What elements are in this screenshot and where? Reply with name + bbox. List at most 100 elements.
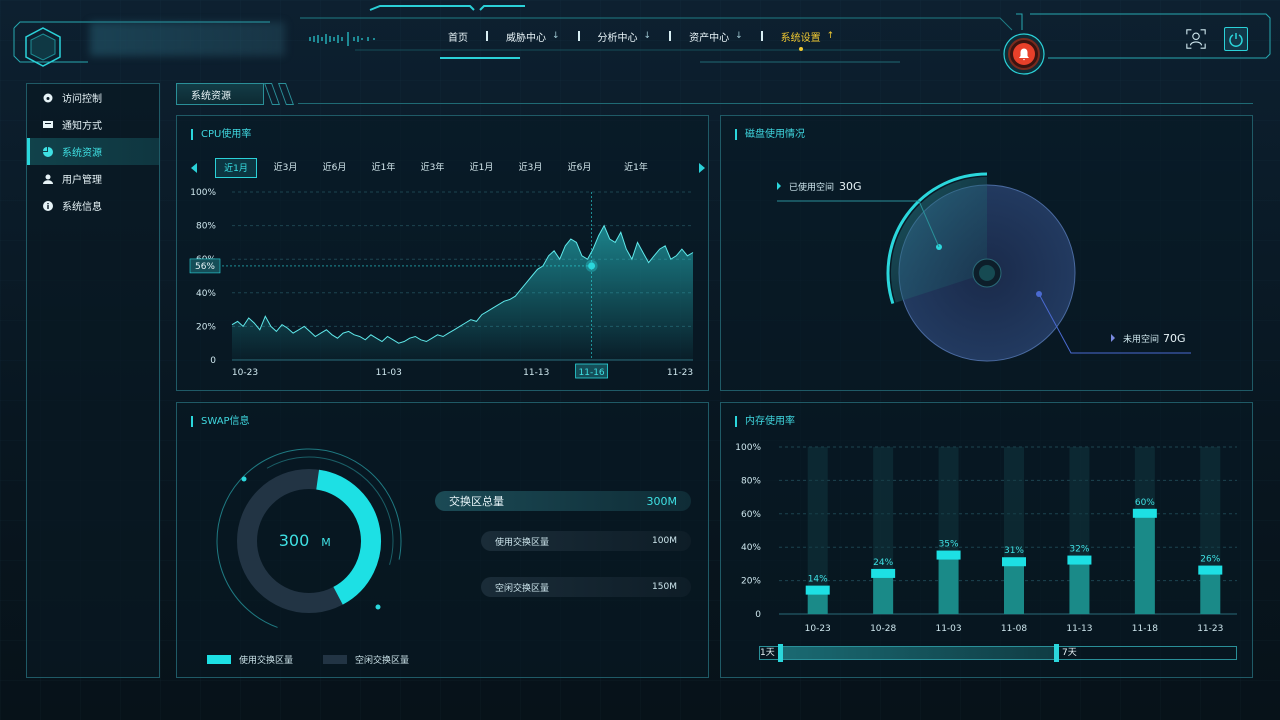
cpu-tab[interactable]: 近6月 bbox=[310, 158, 359, 178]
sidebar-item-system-info[interactable]: 系统信息 bbox=[27, 192, 159, 219]
bar-value-label: 26% bbox=[1200, 555, 1220, 565]
bar-value-label: 32% bbox=[1069, 545, 1089, 555]
user-icon bbox=[1186, 29, 1206, 49]
panel-title: 内存使用率 bbox=[735, 416, 795, 427]
nav-label: 资产中心 bbox=[689, 32, 730, 44]
swap-free-label: 空闲交换区量 bbox=[495, 583, 550, 594]
waveform-icon bbox=[309, 32, 375, 46]
legend-label: 空闲交换区量 bbox=[355, 656, 410, 666]
cpu-tab[interactable]: 近1月 bbox=[215, 158, 257, 178]
bar-value-label: 31% bbox=[1004, 546, 1024, 556]
legend-swatch bbox=[207, 655, 231, 664]
cpu-tab[interactable]: 近1年 bbox=[604, 158, 668, 178]
slider-selection bbox=[780, 647, 1056, 659]
panel-title: SWAP信息 bbox=[191, 416, 250, 427]
swap-used-label: 使用交换区量 bbox=[495, 537, 550, 548]
nav-analysis-center[interactable]: 分析中心 ↓ bbox=[580, 29, 670, 44]
user-profile-button[interactable] bbox=[1184, 27, 1208, 51]
top-header: 首页 威胁中心 ↓ 分析中心 ↓ 资产中心 ↓ 系统设置 ↑ bbox=[0, 0, 1280, 75]
y-tick-label: 40% bbox=[741, 543, 761, 553]
sidebar: 访问控制 通知方式 系统资源 用户管理 系统信息 bbox=[26, 83, 160, 678]
highlight-point[interactable] bbox=[588, 262, 596, 270]
swap-info-panel: SWAP信息 300 M 使用交换区量 空闲交换区量 交换区总量 300M 使用… bbox=[176, 402, 709, 678]
sidebar-item-label: 访问控制 bbox=[62, 94, 102, 105]
hex-logo-icon bbox=[25, 27, 61, 67]
disk-usage-panel: 磁盘使用情况 已使用空间 30G 未用空间 70G bbox=[720, 115, 1253, 391]
swap-center-value: 300 bbox=[279, 531, 310, 550]
tab-underline bbox=[298, 103, 1253, 104]
memory-bar[interactable] bbox=[1069, 560, 1090, 614]
memory-usage-panel: 内存使用率 100% 80% 60% 40% 20% 0 14% 10-23 24% 10-28 3… bbox=[720, 402, 1253, 678]
y-tick-label: 100% bbox=[190, 188, 216, 198]
swap-donut-chart: 300 M bbox=[216, 448, 402, 634]
disk-free-label: 未用空间 bbox=[1123, 333, 1159, 345]
nav-system-settings[interactable]: 系统设置 ↑ bbox=[763, 29, 853, 51]
y-tick-label: 60% bbox=[741, 510, 761, 520]
nav-home[interactable]: 首页 bbox=[430, 29, 486, 44]
x-tick-label: 11-18 bbox=[1132, 624, 1158, 634]
sidebar-item-notification[interactable]: 通知方式 bbox=[27, 111, 159, 138]
swap-total-label: 交换区总量 bbox=[449, 495, 504, 508]
cpu-tab[interactable]: 近1月 bbox=[457, 158, 506, 178]
x-tick-label: 11-13 bbox=[523, 368, 549, 378]
cpu-usage-panel: CPU使用率 近1月 近3月 近6月 近1年 近3年 近1月 近3月 近6月 近… bbox=[176, 115, 709, 391]
swap-legend: 使用交换区量 空闲交换区量 bbox=[207, 653, 409, 666]
x-tick-label: 11-23 bbox=[1197, 624, 1223, 634]
cpu-tab[interactable]: 近3年 bbox=[408, 158, 457, 178]
swap-total-value: 300M bbox=[646, 494, 678, 508]
highlight-value-label: 56% bbox=[195, 262, 215, 272]
chevron-down-icon: ↓ bbox=[735, 31, 743, 41]
cpu-tab[interactable]: 近3月 bbox=[506, 158, 555, 178]
main-nav: 首页 威胁中心 ↓ 分析中心 ↓ 资产中心 ↓ 系统设置 ↑ bbox=[430, 26, 853, 51]
power-icon bbox=[1229, 33, 1243, 47]
swap-center-unit: M bbox=[321, 536, 331, 549]
x-tick-label: 10-23 bbox=[232, 368, 258, 378]
tab-prev-icon[interactable] bbox=[191, 163, 197, 173]
user-icon bbox=[43, 174, 53, 184]
swap-free-value: 150M bbox=[652, 582, 677, 592]
cpu-tab[interactable]: 近3月 bbox=[261, 158, 310, 178]
alarm-bell-icon[interactable] bbox=[1002, 32, 1046, 76]
swap-used-row: 使用交换区量 100M bbox=[481, 531, 691, 551]
bar-cap bbox=[871, 568, 896, 578]
sidebar-item-system-resources[interactable]: 系统资源 bbox=[27, 138, 159, 165]
sidebar-item-label: 系统资源 bbox=[62, 148, 102, 159]
disk-pie-chart: 已使用空间 30G 未用空间 70G bbox=[777, 172, 1191, 362]
sidebar-item-label: 系统信息 bbox=[62, 202, 102, 213]
power-button[interactable] bbox=[1224, 27, 1248, 51]
page-title: 系统资源 bbox=[191, 90, 231, 102]
disk-used-value: 30G bbox=[839, 180, 862, 193]
cpu-tab[interactable]: 近6月 bbox=[555, 158, 604, 178]
cpu-tab[interactable]: 近1年 bbox=[359, 158, 408, 178]
memory-bar[interactable] bbox=[1200, 570, 1221, 614]
page-title-tab[interactable]: 系统资源 bbox=[176, 83, 264, 105]
sidebar-item-access-control[interactable]: 访问控制 bbox=[27, 84, 159, 111]
swap-total-row: 交换区总量 300M bbox=[435, 491, 691, 511]
chevron-down-icon: ↓ bbox=[552, 31, 560, 41]
tab-next-icon[interactable] bbox=[699, 163, 705, 173]
nav-asset-center[interactable]: 资产中心 ↓ bbox=[671, 29, 761, 44]
dashboard-icon bbox=[43, 93, 53, 103]
memory-bar[interactable] bbox=[1134, 513, 1155, 614]
memory-bar[interactable] bbox=[938, 555, 959, 614]
message-icon bbox=[43, 120, 53, 130]
nav-threat-center[interactable]: 威胁中心 ↓ bbox=[488, 29, 578, 44]
slider-handle-start[interactable] bbox=[778, 644, 783, 662]
chevron-up-icon: ↑ bbox=[826, 31, 835, 41]
memory-bar[interactable] bbox=[1004, 562, 1024, 614]
nav-label: 系统设置 bbox=[780, 32, 821, 44]
slider-handle-end[interactable] bbox=[1054, 644, 1059, 662]
bar-cap bbox=[1198, 565, 1223, 575]
x-tick-label: 11-23 bbox=[667, 368, 693, 378]
x-tick-label: 11-13 bbox=[1066, 624, 1092, 634]
swap-free-row: 空闲交换区量 150M bbox=[481, 577, 691, 597]
nav-label: 分析中心 bbox=[597, 32, 638, 44]
y-tick-label: 100% bbox=[735, 443, 761, 453]
x-tick-label: 11-08 bbox=[1001, 624, 1027, 634]
memory-range-slider[interactable]: 1天 7天 bbox=[759, 644, 1237, 662]
memory-bar[interactable] bbox=[873, 573, 894, 614]
sidebar-item-user-management[interactable]: 用户管理 bbox=[27, 165, 159, 192]
panel-title: CPU使用率 bbox=[191, 129, 251, 140]
bar-cap bbox=[1132, 508, 1157, 518]
x-tick-label: 11-03 bbox=[376, 368, 402, 378]
